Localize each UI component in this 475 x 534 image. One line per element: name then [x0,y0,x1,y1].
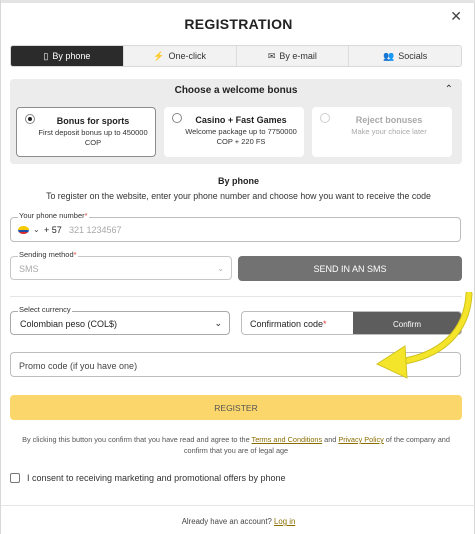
method-heading: By phone [217,176,259,186]
register-button[interactable]: REGISTER [10,395,462,420]
bonus-card-sports[interactable]: Bonus for sports First deposit bonus up … [16,107,156,157]
login-prompt: Already have an account? Log in [181,517,296,526]
lightning-icon: ⚡ [153,50,165,61]
terms-link[interactable]: Terms and Conditions [252,435,323,444]
bonus-card-casino[interactable]: Casino + Fast Games Welcome package up t… [164,107,304,157]
tab-one-click[interactable]: ⚡ One-click [124,46,237,66]
bonus-card-reject[interactable]: Reject bonuses Make your choice later [312,107,452,157]
tab-label: By phone [52,51,91,61]
bonus-radio[interactable] [320,113,330,123]
phone-label: Your phone number* [18,211,89,220]
tab-label: Socials [398,51,428,61]
bonus-title: Reject bonuses [355,115,423,125]
consent-checkbox[interactable] [10,473,20,483]
login-link[interactable]: Log in [274,517,295,526]
tab-label: One-click [168,51,206,61]
bonus-title: Casino + Fast Games [195,115,287,125]
currency-label: Select currency [18,305,72,314]
confirmation-code-label: Confirmation code* [250,319,327,329]
people-icon: 👥 [383,50,395,61]
top-strip [1,0,475,3]
welcome-bonus-panel: Choose a welcome bonus ⌃ Bonus for sport… [10,79,462,164]
modal-title: REGISTRATION [184,16,293,32]
chevron-down-icon: ⌄ [217,264,224,273]
chevron-down-icon[interactable]: ⌄ [33,225,40,234]
bonus-title: Bonus for sports [56,116,130,126]
promo-code-placeholder: Promo code (if you have one) [19,361,138,371]
method-instructions: To register on the website, enter your p… [46,191,431,201]
bonus-heading: Choose a welcome bonus [174,85,298,96]
phone-input[interactable]: 321 1234567 [69,225,122,235]
yellow-arrow-annotation [375,292,473,379]
bonus-description: Make your choice later [351,127,427,136]
registration-modal: REGISTRATION ✕ ▯ By phone ⚡ One-click ✉ … [0,0,475,534]
terms-text: By clicking this button you confirm that… [22,435,450,455]
tab-by-email[interactable]: ✉ By e-mail [237,46,350,66]
bonus-radio[interactable] [25,114,35,124]
phone-icon: ▯ [43,50,49,61]
envelope-icon: ✉ [267,50,276,61]
tab-by-phone[interactable]: ▯ By phone [11,46,124,66]
tab-label: By e-mail [279,51,317,61]
privacy-link[interactable]: Privacy Policy [338,435,383,444]
chevron-down-icon: ⌄ [214,318,222,328]
bonus-description: Welcome package up to 7750000 COP + 220 … [185,127,297,146]
close-icon[interactable]: ✕ [450,8,462,25]
chevron-up-icon[interactable]: ⌃ [445,84,453,95]
bonus-description: First deposit bonus up to 450000 COP [38,128,148,147]
consent-label: I consent to receiving marketing and pro… [27,473,286,483]
currency-select[interactable]: Colombian peso (COL$) ⌄ [10,311,230,335]
country-code: + 57 [44,225,62,235]
tab-socials[interactable]: 👥 Socials [349,46,461,66]
phone-field[interactable]: ⌄ + 57 321 1234567 [10,217,461,242]
marketing-consent: I consent to receiving marketing and pro… [10,473,286,483]
currency-value: Colombian peso (COL$) [20,319,118,329]
sending-method-label: Sending method* [18,250,78,259]
send-sms-button[interactable]: SEND IN AN SMS [238,256,462,281]
registration-tabs: ▯ By phone ⚡ One-click ✉ By e-mail 👥 Soc… [10,45,462,67]
sending-method-value: SMS [19,264,39,274]
sending-method-select[interactable]: SMS ⌄ [10,256,232,280]
bonus-radio[interactable] [172,113,182,123]
colombia-flag-icon[interactable] [18,226,29,234]
footer-divider [1,505,475,506]
